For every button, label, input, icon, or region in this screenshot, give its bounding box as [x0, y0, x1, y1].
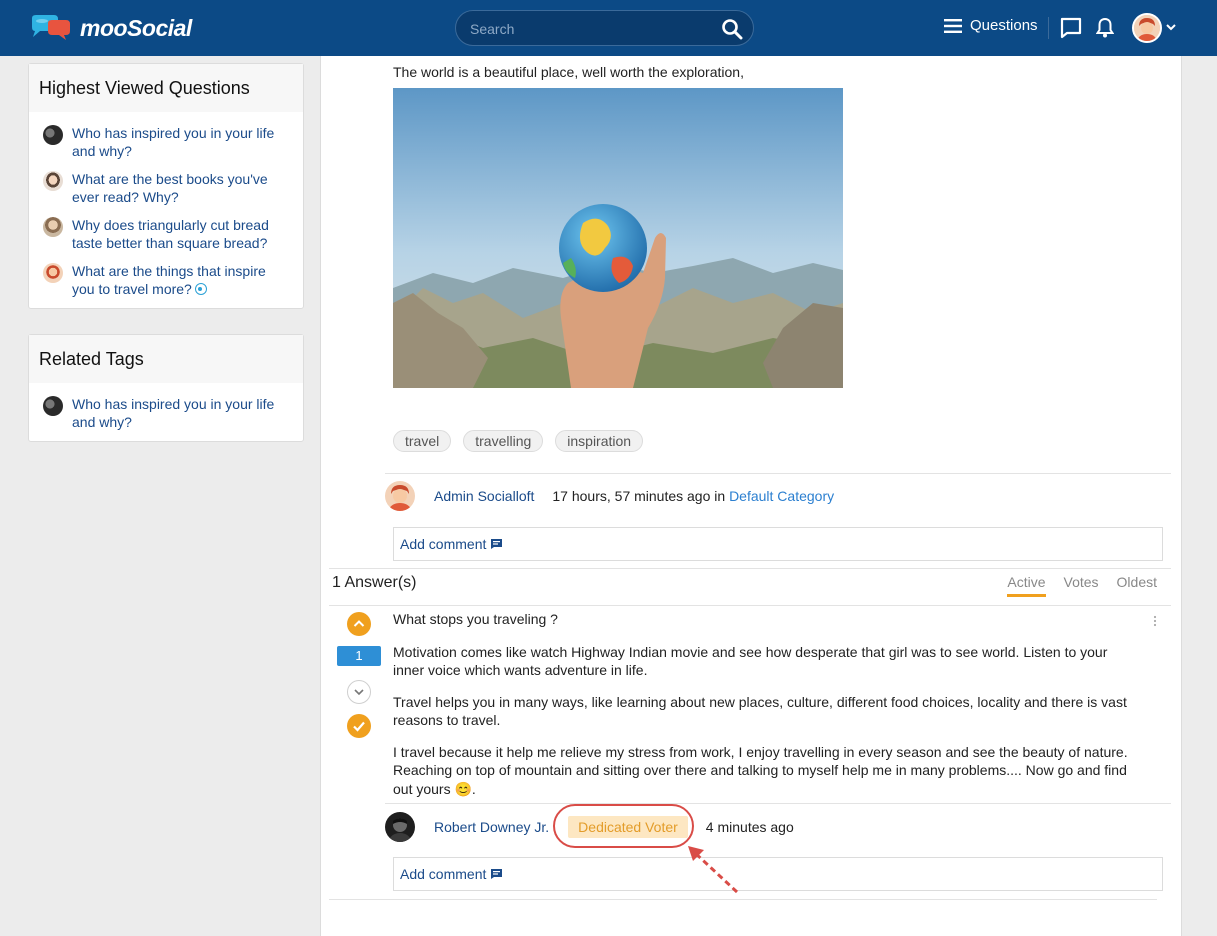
search-input[interactable]: [470, 19, 710, 39]
question-link[interactable]: Who has inspired you in your life and wh…: [72, 124, 289, 160]
tag-chip[interactable]: travel: [393, 430, 452, 452]
tab-active[interactable]: Active: [1007, 574, 1046, 597]
highest-viewed-title: Highest Viewed Questions: [29, 64, 303, 112]
answers-count: 1 Answer(s): [332, 574, 417, 591]
divider: [329, 605, 1171, 606]
main-content: The world is a beautiful place, well wor…: [320, 56, 1182, 936]
avatar: [43, 263, 63, 283]
notifications-bell-icon[interactable]: [1095, 17, 1115, 42]
list-item[interactable]: Why does triangularly cut bread taste be…: [43, 216, 289, 252]
divider: [329, 568, 1171, 569]
question-link[interactable]: Why does triangularly cut bread taste be…: [72, 216, 289, 252]
answer-paragraph: Travel helps you in many ways, like lear…: [393, 693, 1127, 729]
more-options-icon[interactable]: [1153, 614, 1157, 630]
nav-divider: [1048, 17, 1049, 39]
category-link[interactable]: Default Category: [729, 488, 834, 504]
divider: [385, 473, 1171, 474]
add-comment-button[interactable]: Add comment: [393, 527, 1163, 561]
answer-body: What stops you traveling ? Motivation co…: [393, 610, 1133, 811]
tag-chip[interactable]: travelling: [463, 430, 544, 452]
answer-timestamp: 4 minutes ago: [705, 819, 794, 835]
annotation-arrow-icon: [688, 846, 739, 894]
checkmark-icon: [353, 721, 365, 732]
vote-count: 1: [337, 646, 381, 666]
avatar: [43, 171, 63, 191]
question-author-row: Admin Socialloft 17 hours, 57 minutes ag…: [385, 481, 834, 511]
tag-chip[interactable]: inspiration: [555, 430, 644, 452]
avatar: [43, 125, 63, 145]
avatar[interactable]: [385, 481, 415, 511]
tab-votes[interactable]: Votes: [1064, 574, 1099, 597]
answer-paragraph: I travel because it help me relieve my s…: [393, 743, 1128, 797]
list-item[interactable]: Who has inspired you in your life and wh…: [43, 124, 289, 160]
search-icon[interactable]: [721, 18, 743, 43]
list-item[interactable]: Who has inspired you in your life and wh…: [43, 395, 289, 431]
avatar: [43, 396, 63, 416]
tab-oldest[interactable]: Oldest: [1117, 574, 1157, 597]
search-box[interactable]: [455, 10, 754, 46]
chevron-down-icon: [354, 689, 364, 696]
list-item[interactable]: What are the things that inspire you to …: [43, 262, 289, 298]
comment-icon: [491, 539, 503, 549]
chevron-up-icon: [353, 620, 365, 627]
logo-chat-bubbles-icon: [32, 15, 70, 40]
related-tags-title: Related Tags: [29, 335, 303, 383]
upvote-button[interactable]: [347, 612, 371, 636]
tag-list: travel travelling inspiration: [393, 430, 655, 452]
divider: [329, 899, 1157, 900]
question-body-text: The world is a beautiful place, well wor…: [393, 64, 744, 80]
highest-viewed-card: Highest Viewed Questions Who has inspire…: [28, 63, 304, 309]
avatar: [43, 217, 63, 237]
nav-questions-button[interactable]: Questions: [944, 17, 1038, 34]
question-link[interactable]: What are the best books you've ever read…: [72, 170, 289, 206]
question-image: [393, 88, 843, 388]
question-link[interactable]: What are the things that inspire you to …: [72, 262, 289, 298]
messages-icon[interactable]: [1060, 17, 1082, 42]
featured-pin-icon: [194, 283, 207, 295]
related-tags-card: Related Tags Who has inspired you in you…: [28, 334, 304, 442]
question-link[interactable]: Who has inspired you in your life and wh…: [72, 395, 289, 431]
hamburger-menu-icon: [944, 18, 962, 33]
post-meta: 17 hours, 57 minutes ago in Default Cate…: [552, 488, 835, 504]
answer-paragraph: Motivation comes like watch Highway Indi…: [393, 643, 1108, 679]
nav-questions-label: Questions: [970, 17, 1038, 34]
user-avatar[interactable]: [1132, 13, 1162, 43]
sort-tabs: Active Votes Oldest: [989, 574, 1157, 597]
logo[interactable]: mooSocial: [28, 14, 192, 42]
author-link[interactable]: Robert Downey Jr.: [434, 819, 549, 835]
comment-icon: [491, 869, 503, 879]
list-item[interactable]: What are the best books you've ever read…: [43, 170, 289, 206]
top-navbar: mooSocial Questions: [0, 0, 1217, 56]
accepted-answer-check[interactable]: [347, 714, 371, 738]
divider: [385, 803, 1171, 804]
author-link[interactable]: Admin Socialloft: [434, 488, 534, 504]
logo-text: mooSocial: [80, 14, 192, 41]
chevron-down-icon[interactable]: [1165, 20, 1177, 36]
answer-title: What stops you traveling ?: [393, 611, 558, 627]
add-comment-button[interactable]: Add comment: [393, 857, 1163, 891]
avatar[interactable]: [385, 812, 415, 842]
highlight-ring: [553, 804, 694, 848]
downvote-button[interactable]: [347, 680, 371, 704]
